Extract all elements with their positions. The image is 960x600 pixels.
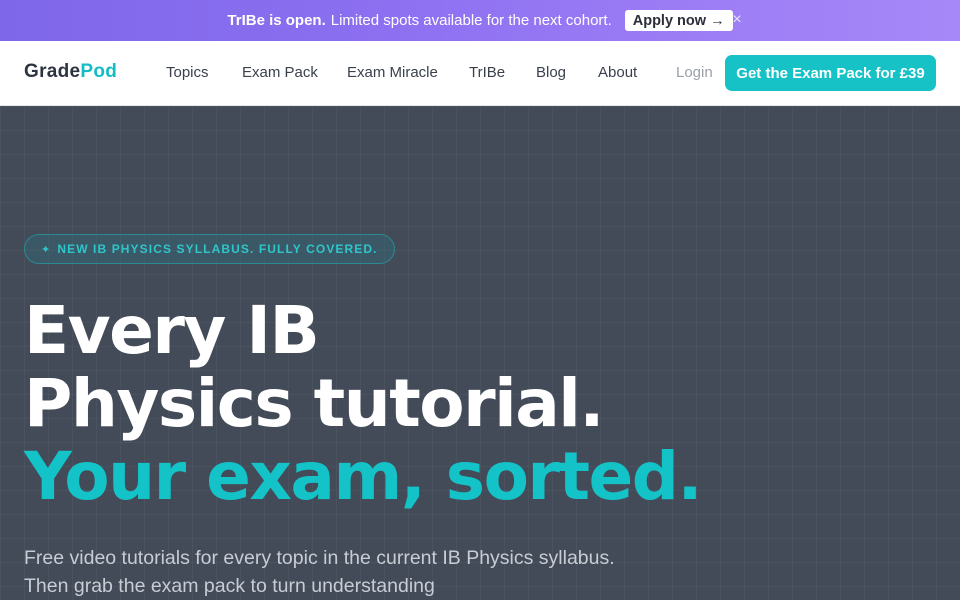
login-link[interactable]: Login xyxy=(676,64,713,81)
nav-link-exam-miracle[interactable]: Exam Miracle xyxy=(347,64,438,81)
hero-subtitle: Free video tutorials for every topic in … xyxy=(24,547,615,597)
nav-link-topics[interactable]: Topics xyxy=(166,64,209,81)
announcement-bold: TrIBe is open. xyxy=(227,12,326,29)
announcement-bar: TrIBe is open. Limited spots available f… xyxy=(0,0,960,41)
syllabus-badge: ✦ NEW IB PHYSICS SYLLABUS. FULLY COVERED… xyxy=(24,234,395,264)
headline-line-1: Every IB xyxy=(24,292,320,369)
logo[interactable]: GradePod xyxy=(24,61,117,83)
nav-link-blog[interactable]: Blog xyxy=(536,64,566,81)
top-navigation: GradePod Topics Exam Pack Exam Miracle T… xyxy=(0,41,960,106)
announcement-text: Limited spots available for the next coh… xyxy=(330,12,612,29)
badge-text: NEW IB PHYSICS SYLLABUS. FULLY COVERED. xyxy=(57,242,378,256)
nav-link-exam-pack[interactable]: Exam Pack xyxy=(242,64,318,81)
logo-text-pod: Pod xyxy=(80,61,118,82)
get-exam-pack-button[interactable]: Get the Exam Pack for £39 xyxy=(725,55,936,91)
headline-accent: Your exam, sorted. xyxy=(24,438,703,515)
apply-now-button[interactable]: Apply now → xyxy=(624,10,733,31)
nav-link-about[interactable]: About xyxy=(598,64,637,81)
nav-link-tribe[interactable]: TrIBe xyxy=(469,64,505,81)
announcement-message: TrIBe is open. Limited spots available f… xyxy=(227,10,733,31)
hero-headline: Every IB Physics tutorial. Your exam, so… xyxy=(24,294,924,513)
headline-line-2: Physics tutorial. xyxy=(24,365,605,442)
sparkle-icon: ✦ xyxy=(41,243,52,256)
hero-section: ✦ NEW IB PHYSICS SYLLABUS. FULLY COVERED… xyxy=(0,106,960,600)
close-icon[interactable]: × xyxy=(729,10,745,30)
logo-text-grade: Grade xyxy=(24,61,81,82)
